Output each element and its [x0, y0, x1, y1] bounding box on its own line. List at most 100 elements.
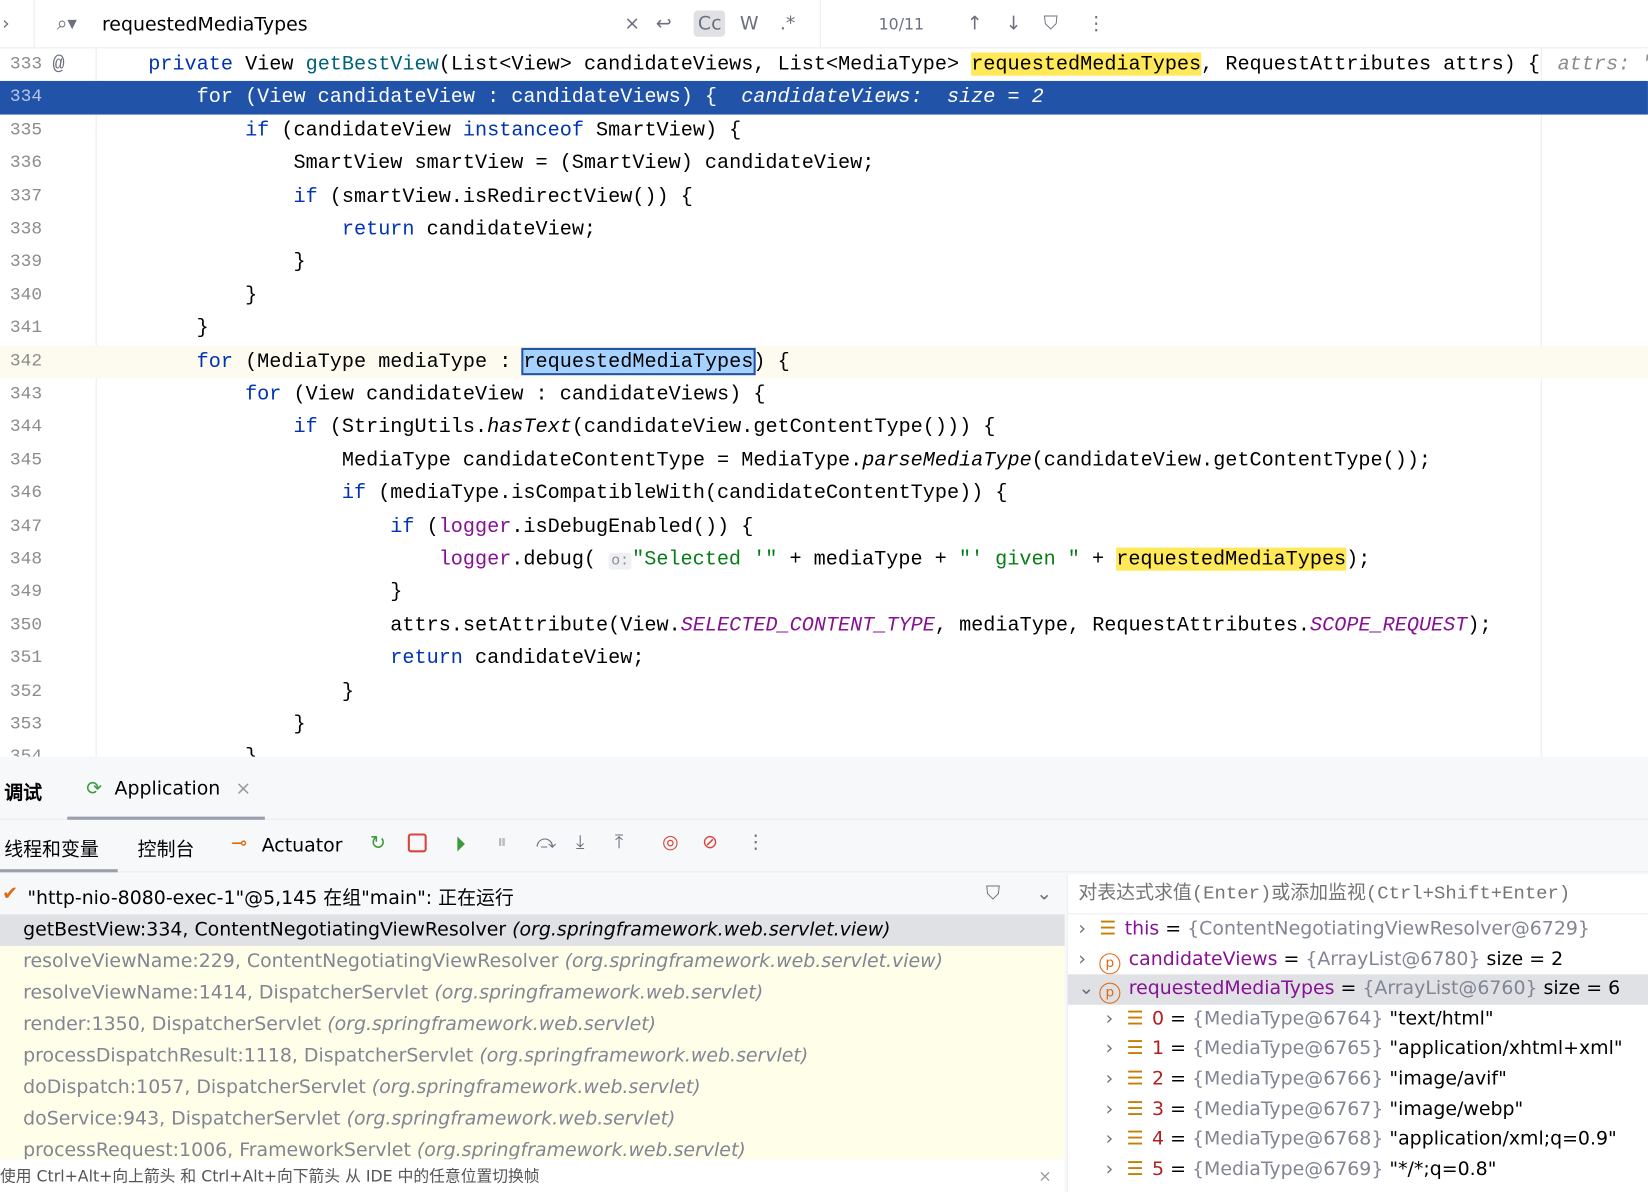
code-line[interactable]: 335 if (candidateView instanceof SmartVi… — [0, 114, 1648, 147]
stack-frame[interactable]: doDispatch:1057, DispatcherServlet (org.… — [0, 1072, 1065, 1104]
code-line[interactable]: 336 SmartView smartView = (SmartView) ca… — [0, 147, 1648, 180]
annotation-icon[interactable]: @ — [53, 48, 65, 81]
code-line[interactable]: 345 MediaType candidateContentType = Med… — [0, 444, 1648, 477]
stop-icon[interactable] — [407, 833, 427, 853]
chevron-right-icon[interactable]: › — [1106, 1005, 1127, 1035]
chevron-down-icon[interactable]: ⌄ — [1036, 883, 1052, 905]
step-over-icon[interactable]: ⤼ — [536, 831, 556, 853]
list-item[interactable]: › ☰ 0 = {MediaType@6764} "text/html" — [1068, 1005, 1648, 1035]
variable-row[interactable]: ⌄ p requestedMediaTypes = {ArrayList@6760}… — [1067, 974, 1648, 1005]
line-number[interactable]: 352 — [0, 675, 42, 708]
chevron-right-icon[interactable]: › — [1106, 1095, 1127, 1125]
line-number[interactable]: 349 — [0, 576, 42, 609]
line-number[interactable]: 334 — [0, 81, 42, 114]
line-number[interactable]: 350 — [0, 609, 42, 642]
filter-icon[interactable]: ⛉ — [986, 883, 1000, 905]
chevron-down-icon[interactable]: ⌄ — [1078, 974, 1099, 1004]
code-line[interactable]: 338 return candidateView; — [0, 213, 1648, 246]
code-line[interactable]: 343 for (View candidateView : candidateV… — [0, 378, 1648, 411]
line-number[interactable]: 345 — [0, 444, 42, 477]
line-number[interactable]: 346 — [0, 477, 42, 510]
line-number[interactable]: 333 — [0, 48, 42, 81]
code-line[interactable]: 354 } — [0, 741, 1648, 757]
list-item[interactable]: › ☰ 3 = {MediaType@6767} "image/webp" — [1068, 1095, 1648, 1125]
clear-icon[interactable]: × — [624, 13, 640, 35]
stack-frame[interactable]: doService:943, DispatcherServlet (org.sp… — [0, 1104, 1065, 1136]
line-number[interactable]: 354 — [0, 741, 42, 757]
list-item[interactable]: › ☰ 4 = {MediaType@6768} "application/xml;… — [1068, 1125, 1648, 1155]
step-into-icon[interactable]: ⤓ — [576, 831, 584, 853]
thread-selector[interactable]: "http-nio-8080-exec-1"@5,145 在组"main": 正… — [27, 883, 514, 910]
code-line[interactable]: 353 } — [0, 708, 1648, 741]
words-button[interactable]: W — [740, 13, 759, 35]
code-line[interactable]: 350 attrs.setAttribute(View.SELECTED_CON… — [0, 609, 1648, 642]
list-item[interactable]: › ☰ 1 = {MediaType@6765} "application/xhtm… — [1068, 1035, 1648, 1065]
line-number[interactable]: 351 — [0, 642, 42, 675]
line-number[interactable]: 348 — [0, 543, 42, 576]
code-line[interactable]: 337 if (smartView.isRedirectView()) { — [0, 180, 1648, 213]
code-editor[interactable]: 333 private View getBestView(List<View> … — [0, 48, 1648, 757]
code-line[interactable]: 351 return candidateView; — [0, 642, 1648, 675]
tab-console[interactable]: 控制台 — [138, 834, 195, 861]
line-number[interactable]: 338 — [0, 213, 42, 246]
chevron-right-icon[interactable]: › — [2, 13, 10, 35]
stack-frame[interactable]: getBestView:334, ContentNegotiatingViewR… — [0, 914, 1065, 946]
match-case-button[interactable]: Cc — [693, 10, 726, 37]
line-number[interactable]: 340 — [0, 279, 42, 312]
list-item[interactable]: › ☰ 5 = {MediaType@6769} "*/*;q=0.8" — [1068, 1155, 1648, 1185]
code-line[interactable]: 349 } — [0, 576, 1648, 609]
stack-frame[interactable]: resolveViewName:1414, DispatcherServlet … — [0, 977, 1065, 1009]
chevron-right-icon[interactable]: › — [1106, 1125, 1127, 1155]
more-icon[interactable]: ⋮ — [1087, 13, 1106, 35]
list-item[interactable]: › ☰ 2 = {MediaType@6766} "image/avif" — [1068, 1065, 1648, 1095]
line-number[interactable]: 339 — [0, 246, 42, 279]
regex-button[interactable]: .* — [780, 13, 795, 35]
code-line[interactable]: 344 if (StringUtils.hasText(candidateVie… — [0, 411, 1648, 444]
code-line[interactable]: 342 for (MediaType mediaType : requested… — [0, 345, 1648, 379]
stack-frame[interactable]: render:1350, DispatcherServlet (org.spri… — [0, 1009, 1065, 1041]
code-line[interactable]: 346 if (mediaType.isCompatibleWith(candi… — [0, 477, 1648, 510]
tab-actuator[interactable]: Actuator — [262, 834, 343, 856]
search-input[interactable] — [101, 8, 617, 40]
close-hint-icon[interactable]: × — [1038, 1159, 1051, 1192]
code-line[interactable]: 334 for (View candidateView : candidateV… — [0, 81, 1648, 115]
code-line[interactable]: 347 if (logger.isDebugEnabled()) { — [0, 510, 1648, 543]
chevron-right-icon[interactable]: › — [1106, 1065, 1127, 1095]
mute-breakpoints-icon[interactable]: ⊘ — [702, 831, 718, 853]
line-number[interactable]: 341 — [0, 312, 42, 345]
previous-occurrence-icon[interactable]: ↑ — [967, 13, 983, 35]
code-line[interactable]: 352 } — [0, 675, 1648, 708]
line-number[interactable]: 344 — [0, 411, 42, 444]
line-number[interactable]: 343 — [0, 378, 42, 411]
pause-icon[interactable]: ⏸ — [497, 831, 506, 853]
line-number[interactable]: 342 — [0, 345, 42, 378]
code-line[interactable]: 333 private View getBestView(List<View> … — [0, 48, 1648, 81]
chevron-right-icon[interactable]: › — [1106, 1035, 1127, 1065]
filter-icon[interactable]: ⛉ — [1044, 13, 1058, 35]
resume-icon[interactable]: ⏵ — [455, 831, 466, 856]
code-line[interactable]: 339 } — [0, 246, 1648, 279]
code-line[interactable]: 340 } — [0, 279, 1648, 312]
newline-icon[interactable]: ↩ — [656, 13, 672, 35]
stack-frame[interactable]: processDispatchResult:1118, DispatcherSe… — [0, 1040, 1065, 1072]
rerun-icon[interactable]: ↻ — [370, 832, 386, 854]
code-line[interactable]: 348 logger.debug( o: "Selected '" + media… — [0, 543, 1648, 576]
stack-frame[interactable]: resolveViewName:229, ContentNegotiatingV… — [0, 946, 1065, 978]
line-number[interactable]: 337 — [0, 180, 42, 213]
variable-row[interactable]: › p candidateViews = {ArrayList@6780} size… — [1068, 944, 1648, 974]
chevron-right-icon[interactable]: › — [1106, 1155, 1127, 1185]
evaluate-expression-input[interactable] — [1066, 874, 1648, 915]
more-icon[interactable]: ⋮ — [746, 831, 765, 853]
line-number[interactable]: 336 — [0, 147, 42, 180]
line-number[interactable]: 347 — [0, 510, 42, 543]
chevron-right-icon[interactable]: › — [1078, 914, 1099, 944]
variable-row[interactable]: › ☰ this = {ContentNegotiatingViewResolver… — [1068, 914, 1648, 944]
close-icon[interactable]: × — [235, 778, 251, 800]
chevron-right-icon[interactable]: › — [1078, 944, 1099, 974]
code-line[interactable]: 341 } — [0, 312, 1648, 345]
next-occurrence-icon[interactable]: ↓ — [1006, 13, 1022, 35]
line-number[interactable]: 335 — [0, 114, 42, 147]
line-number[interactable]: 353 — [0, 708, 42, 741]
view-breakpoints-icon[interactable]: ◎ — [662, 831, 679, 853]
search-icon[interactable]: ⌕▾ — [57, 13, 77, 35]
